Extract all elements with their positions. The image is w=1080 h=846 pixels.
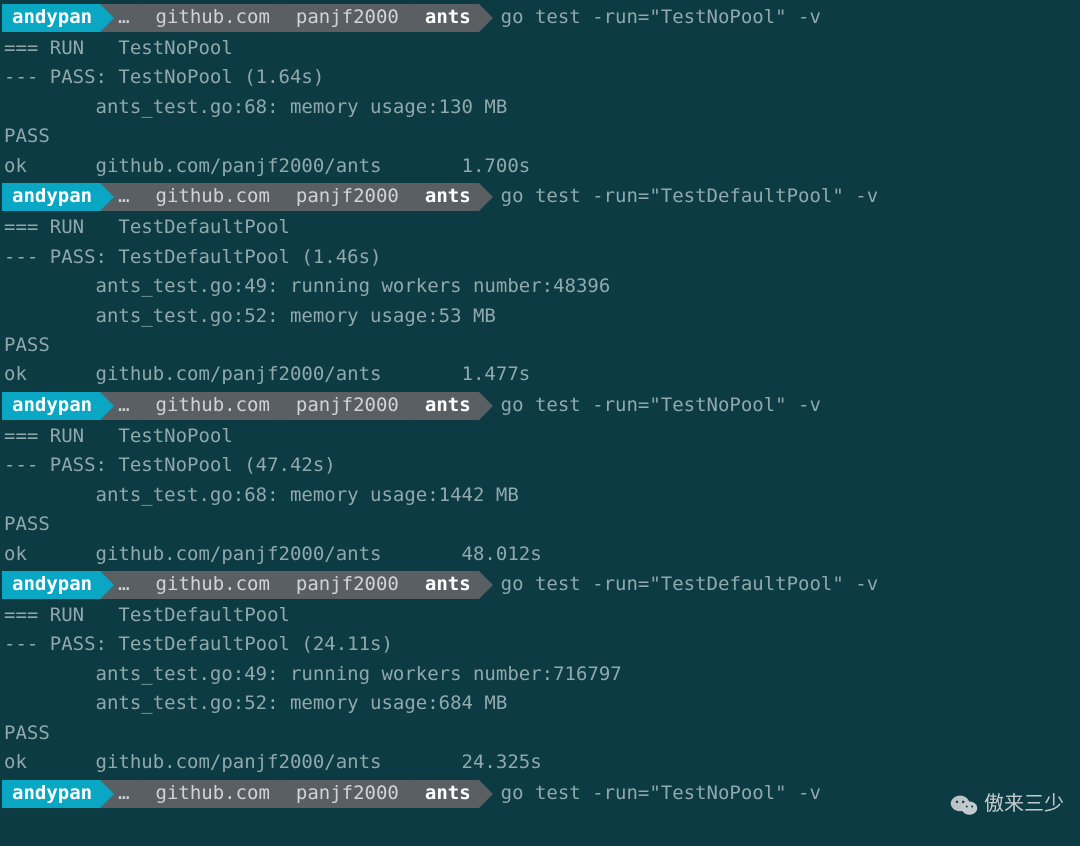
prompt-user-segment: andypan bbox=[2, 392, 100, 420]
output-line: ants_test.go:49: running workers number:… bbox=[2, 272, 1080, 301]
prompt-path-segment: github.com bbox=[138, 571, 278, 599]
prompt-line[interactable]: andypan…github.companjf2000antsgo test -… bbox=[2, 779, 1080, 809]
prompt-path-segment: github.com bbox=[138, 780, 278, 808]
prompt-path-segment: github.com bbox=[138, 392, 278, 420]
output-line: === RUN TestNoPool bbox=[2, 422, 1080, 451]
output-line: ok github.com/panjf2000/ants 1.477s bbox=[2, 360, 1080, 389]
prompt-path-segment: panjf2000 bbox=[278, 780, 407, 808]
command-text: go test -run="TestNoPool" -v bbox=[479, 779, 821, 808]
prompt-line[interactable]: andypan…github.companjf2000antsgo test -… bbox=[2, 570, 1080, 600]
output-line: === RUN TestNoPool bbox=[2, 34, 1080, 63]
output-line: PASS bbox=[2, 719, 1080, 748]
prompt-line[interactable]: andypan…github.companjf2000antsgo test -… bbox=[2, 391, 1080, 421]
output-line: ok github.com/panjf2000/ants 24.325s bbox=[2, 748, 1080, 777]
command-text: go test -run="TestDefaultPool" -v bbox=[479, 570, 879, 599]
prompt-user-segment: andypan bbox=[2, 571, 100, 599]
command-text: go test -run="TestNoPool" -v bbox=[479, 3, 821, 32]
output-line: PASS bbox=[2, 510, 1080, 539]
output-line: --- PASS: TestDefaultPool (1.46s) bbox=[2, 243, 1080, 272]
output-line: PASS bbox=[2, 331, 1080, 360]
prompt-line[interactable]: andypan…github.companjf2000antsgo test -… bbox=[2, 3, 1080, 33]
command-text: go test -run="TestDefaultPool" -v bbox=[479, 182, 879, 211]
output-line: ants_test.go:52: memory usage:684 MB bbox=[2, 689, 1080, 718]
output-line: ok github.com/panjf2000/ants 1.700s bbox=[2, 152, 1080, 181]
prompt-user-segment: andypan bbox=[2, 4, 100, 32]
prompt-path-segment: panjf2000 bbox=[278, 392, 407, 420]
output-line: === RUN TestDefaultPool bbox=[2, 601, 1080, 630]
output-line: ok github.com/panjf2000/ants 48.012s bbox=[2, 540, 1080, 569]
prompt-path-segment: github.com bbox=[138, 4, 278, 32]
output-line: ants_test.go:52: memory usage:53 MB bbox=[2, 302, 1080, 331]
output-line: --- PASS: TestNoPool (47.42s) bbox=[2, 451, 1080, 480]
terminal-output: andypan…github.companjf2000antsgo test -… bbox=[0, 0, 1080, 809]
output-line: --- PASS: TestDefaultPool (24.11s) bbox=[2, 630, 1080, 659]
output-line: --- PASS: TestNoPool (1.64s) bbox=[2, 63, 1080, 92]
prompt-user-segment: andypan bbox=[2, 183, 100, 211]
prompt-user-segment: andypan bbox=[2, 780, 100, 808]
output-line: ants_test.go:49: running workers number:… bbox=[2, 660, 1080, 689]
prompt-path-segment: github.com bbox=[138, 183, 278, 211]
command-text: go test -run="TestNoPool" -v bbox=[479, 391, 821, 420]
output-line: === RUN TestDefaultPool bbox=[2, 213, 1080, 242]
output-line: PASS bbox=[2, 122, 1080, 151]
prompt-path-segment: panjf2000 bbox=[278, 571, 407, 599]
prompt-path-segment: panjf2000 bbox=[278, 4, 407, 32]
output-line: ants_test.go:68: memory usage:1442 MB bbox=[2, 481, 1080, 510]
output-line: ants_test.go:68: memory usage:130 MB bbox=[2, 93, 1080, 122]
prompt-line[interactable]: andypan…github.companjf2000antsgo test -… bbox=[2, 182, 1080, 212]
prompt-path-segment: panjf2000 bbox=[278, 183, 407, 211]
